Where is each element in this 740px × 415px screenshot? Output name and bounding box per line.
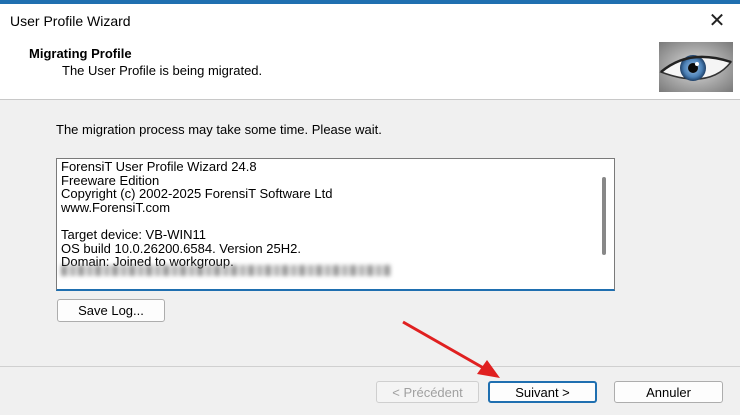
wait-message: The migration process may take some time… (56, 122, 382, 137)
title-bar: User Profile Wizard ✕ (0, 4, 740, 36)
save-log-button[interactable]: Save Log... (57, 299, 165, 322)
next-button[interactable]: Suivant > (488, 381, 597, 403)
page-title: Migrating Profile (29, 46, 132, 61)
eye-image (659, 42, 733, 92)
close-icon[interactable]: ✕ (702, 6, 732, 34)
cancel-button[interactable]: Annuler (614, 381, 723, 403)
previous-button[interactable]: < Précédent (376, 381, 479, 403)
log-text: ForensiT User Profile Wizard 24.8 Freewa… (61, 160, 332, 269)
log-scrollbar[interactable] (602, 177, 606, 255)
log-line: www.ForensiT.com (61, 199, 171, 215)
wizard-header: Migrating Profile The User Profile is be… (0, 36, 740, 100)
redacted-log-line (61, 265, 391, 276)
footer-divider (0, 366, 740, 367)
wizard-content: The migration process may take some time… (0, 100, 740, 367)
window-title: User Profile Wizard (10, 13, 131, 29)
page-subtitle: The User Profile is being migrated. (62, 63, 263, 78)
log-textbox[interactable]: ForensiT User Profile Wizard 24.8 Freewa… (56, 158, 615, 291)
